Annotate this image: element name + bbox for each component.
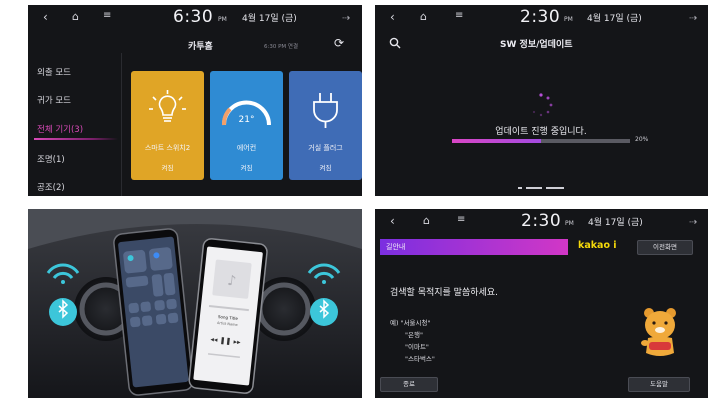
home-icon[interactable]: ⌂: [420, 10, 427, 23]
menu-icon[interactable]: ≡: [455, 10, 463, 21]
svg-text:♪: ♪: [226, 273, 237, 290]
clock-ampm: PM: [565, 220, 574, 227]
last-updated-label: 6:30 PM 연결: [264, 44, 299, 50]
tile-label: 에어컨: [236, 144, 257, 152]
domain-label: 길안내: [386, 243, 406, 251]
page-dot: [546, 187, 564, 189]
end-button[interactable]: 종료: [380, 377, 438, 392]
clock-time: 2:30: [520, 7, 561, 27]
device-tile-aircon[interactable]: 21° 에어컨 켜짐: [210, 71, 283, 180]
lightbulb-icon: [131, 87, 204, 131]
refresh-icon[interactable]: ⟳: [334, 36, 344, 50]
usb-icon: ⇢: [342, 13, 351, 24]
tile-status: 켜짐: [240, 164, 253, 172]
update-status-message: 업데이트 진행 중입니다.: [495, 127, 587, 137]
menu-icon[interactable]: ≡: [103, 10, 111, 21]
page-title: SW 정보/업데이트: [500, 40, 573, 50]
menu-icon[interactable]: ≡: [457, 214, 465, 225]
domain-bar: [380, 239, 568, 255]
date-label: 4월 17일 (금): [242, 14, 297, 24]
svg-text:21°: 21°: [239, 115, 255, 125]
example-item: "은행": [405, 331, 423, 339]
page-dot-active: [526, 187, 542, 189]
sw-update-screen: ‹ ⌂ ≡ 2:30 PM 4월 17일 (금) ⇢ SW 정보/업데이트 업데…: [375, 5, 708, 196]
clock-time: 2:30: [521, 211, 562, 231]
sidebar-item-all-devices[interactable]: 전체 기기(3): [37, 123, 83, 135]
help-button[interactable]: 도움말: [628, 377, 690, 392]
sidebar-item-away-mode[interactable]: 외출 모드: [37, 66, 71, 78]
tile-label: 스마트 스위치2: [144, 144, 191, 152]
home-icon[interactable]: ⌂: [423, 214, 430, 227]
tile-status: 켜짐: [161, 164, 174, 172]
previous-screen-button[interactable]: 이전화면: [637, 240, 693, 255]
clock-ampm: PM: [564, 16, 573, 23]
kakao-i-logo: kakao i: [578, 240, 617, 251]
home-icon[interactable]: ⌂: [72, 10, 79, 23]
device-tile-living-plug[interactable]: 거실 플러그 켜짐: [289, 71, 362, 180]
ryan-character-icon: [639, 305, 681, 363]
status-bar: ‹ ⌂ ≡ 6:30 PM 4월 17일 (금) ⇢: [28, 5, 362, 32]
usb-icon: ⇢: [689, 217, 698, 228]
date-label: 4월 17일 (금): [587, 14, 642, 24]
phone-connect-illustration: ♪ Song Title Artist Name ◂◂ ❚❚ ▸▸: [28, 209, 362, 398]
sidebar-item-home-mode[interactable]: 귀가 모드: [37, 94, 71, 106]
example-item: "이마트": [405, 343, 429, 351]
sidebar-item-climate[interactable]: 공조(2): [37, 181, 65, 193]
back-icon[interactable]: ‹: [390, 214, 395, 228]
status-bar: ‹ ⌂ ≡ 2:30 PM 4월 17일 (금) ⇢: [375, 209, 708, 236]
sidebar-item-lighting[interactable]: 조명(1): [37, 153, 65, 165]
page-title: 카투홈: [188, 42, 213, 52]
page-dot: [518, 187, 522, 189]
sidebar-divider: [121, 53, 122, 196]
clock-time: 6:30: [173, 7, 214, 27]
voice-assistant-screen: ‹ ⌂ ≡ 2:30 PM 4월 17일 (금) ⇢ 길안내 kakao i 이…: [375, 209, 708, 398]
tile-status: 켜짐: [319, 164, 332, 172]
phone-connect-graphic: ♪ Song Title Artist Name ◂◂ ❚❚ ▸▸: [28, 209, 362, 398]
progress-percent: 20%: [635, 136, 649, 143]
clock-ampm: PM: [218, 16, 227, 23]
status-bar: ‹ ⌂ ≡ 2:30 PM 4월 17일 (금) ⇢: [375, 5, 708, 32]
thermostat-gauge-icon: 21°: [210, 87, 283, 131]
update-progress-bar: [452, 139, 630, 143]
home-iot-screen: ‹ ⌂ ≡ 6:30 PM 4월 17일 (금) ⇢ 카투홈 6:30 PM 연…: [28, 5, 362, 196]
date-label: 4월 17일 (금): [588, 218, 643, 228]
search-icon[interactable]: [389, 34, 401, 53]
back-icon[interactable]: ‹: [390, 10, 395, 24]
example-item: 예) "서울시청": [390, 319, 431, 327]
example-item: "스타벅스": [405, 355, 435, 363]
loading-spinner-icon: [528, 92, 554, 122]
device-tile-smart-switch[interactable]: 스마트 스위치2 켜짐: [131, 71, 204, 180]
back-icon[interactable]: ‹: [43, 10, 48, 24]
plug-icon: [289, 87, 362, 131]
voice-prompt: 검색할 목적지를 말씀하세요.: [390, 288, 498, 298]
tile-label: 거실 플러그: [308, 144, 343, 152]
progress-fill: [452, 139, 541, 143]
active-indicator: [34, 138, 118, 140]
usb-icon: ⇢: [689, 13, 698, 24]
